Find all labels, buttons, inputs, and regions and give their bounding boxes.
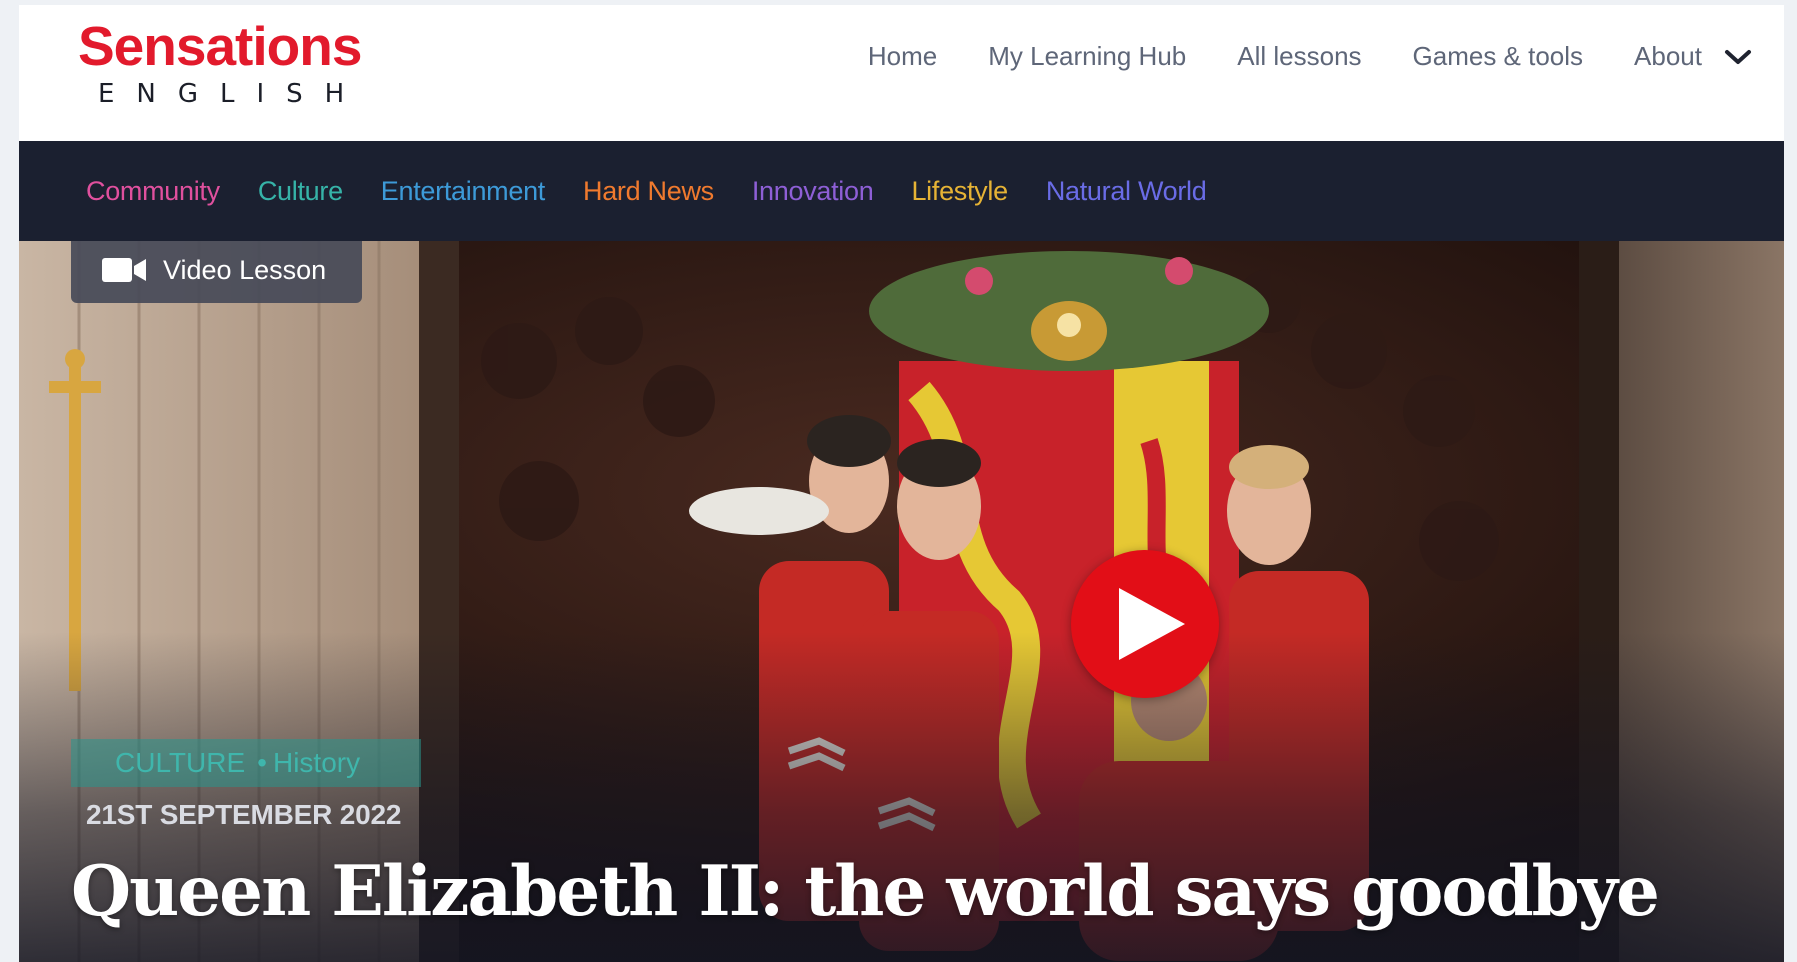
tag-category[interactable]: CULTURE: [115, 747, 245, 779]
lesson-title[interactable]: Queen Elizabeth II: the world says goodb…: [71, 851, 1660, 932]
category-entertainment[interactable]: Entertainment: [381, 176, 546, 207]
logo-wordmark: Sensations: [78, 15, 362, 77]
category-hard-news[interactable]: Hard News: [583, 176, 714, 207]
category-tag[interactable]: CULTURE • History: [71, 739, 421, 787]
video-camera-icon: [102, 258, 146, 282]
main-nav: Home My Learning Hub All lessons Games &…: [817, 41, 1752, 72]
lesson-date: 21ST SEPTEMBER 2022: [86, 799, 402, 830]
tag-separator: •: [257, 747, 267, 778]
nav-all-lessons[interactable]: All lessons: [1237, 41, 1361, 72]
category-community[interactable]: Community: [86, 176, 220, 207]
page-frame: Sensations ENGLISH Home My Learning Hub …: [19, 5, 1784, 962]
hero-video[interactable]: Video Lesson CULTURE • History 21ST SEPT…: [19, 241, 1784, 962]
play-button[interactable]: [1071, 550, 1219, 698]
category-lifestyle[interactable]: Lifestyle: [911, 176, 1008, 207]
nav-about-label[interactable]: About: [1634, 41, 1702, 72]
category-natural-world[interactable]: Natural World: [1046, 176, 1207, 207]
site-header: Sensations ENGLISH Home My Learning Hub …: [19, 5, 1784, 141]
site-logo[interactable]: Sensations ENGLISH: [78, 15, 398, 109]
category-innovation[interactable]: Innovation: [752, 176, 874, 207]
play-icon[interactable]: [1115, 586, 1187, 662]
chevron-down-icon[interactable]: [1724, 47, 1752, 67]
nav-home[interactable]: Home: [868, 41, 937, 72]
video-lesson-label: Video Lesson: [163, 254, 327, 285]
video-lesson-badge: Video Lesson: [71, 241, 362, 303]
tag-topic[interactable]: History: [273, 747, 360, 779]
nav-games-tools[interactable]: Games & tools: [1413, 41, 1584, 72]
category-culture[interactable]: Culture: [258, 176, 343, 207]
logo-subtitle: ENGLISH: [98, 79, 367, 109]
nav-my-learning-hub[interactable]: My Learning Hub: [988, 41, 1186, 72]
category-bar: Community Culture Entertainment Hard New…: [19, 141, 1784, 241]
nav-about[interactable]: About: [1634, 41, 1752, 72]
